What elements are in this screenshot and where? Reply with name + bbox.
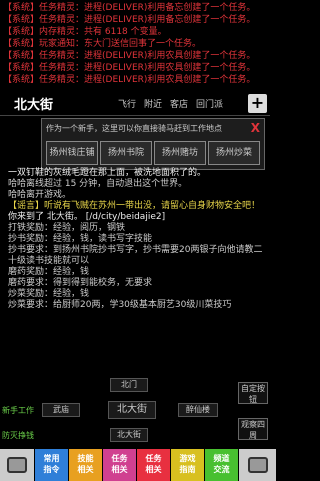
exit-east[interactable]: 醉仙楼 [178, 403, 218, 417]
popup-button-academy[interactable]: 扬州书院 [100, 141, 152, 165]
popup-button-cook[interactable]: 扬州炒菜 [208, 141, 260, 165]
log-line: 磨药奖励：经验，钱 [8, 267, 90, 277]
toolbar-skills-button[interactable]: 技能 相关 [69, 449, 102, 481]
anti-flush-link[interactable]: 防灭挣钱 [2, 430, 34, 441]
log-line: 打铁奖励：经验，阅历，钢铁 [8, 223, 126, 233]
exit-north[interactable]: 北门 [110, 378, 148, 392]
chat-icon [247, 457, 268, 473]
toolbar-label: 常用 [43, 454, 60, 463]
return-sect-button[interactable]: 回门派 [196, 97, 223, 110]
system-message-panel: 【系统】任务精灵：进程(DELIVER)利用备忘创建了一个任务。 【系统】任务精灵… [0, 0, 270, 90]
plus-icon[interactable]: + [248, 94, 267, 113]
location-bar: 北大街 飞行 附近 客店 回门派 + [0, 92, 270, 116]
close-icon[interactable]: X [251, 121, 260, 135]
toolbar-label: 相关 [77, 465, 94, 474]
log-line: 抄书奖励：经验，钱，读书写字技能 [8, 234, 153, 244]
toolbar-quests2-button[interactable]: 任务 相关 [137, 449, 170, 481]
system-message: 【系统】任务精灵：进程(DELIVER)利用农具创建了一个任务。 [3, 63, 256, 73]
menu-icon [7, 457, 27, 473]
toolbar-label: 游戏 [179, 454, 196, 463]
message-log: 一双钉鞋的灰绒毛蹬在那上面，被洗地面积了的。 哈哈离线超过 15 分钟，自动退出这… [8, 168, 266, 378]
newcomer-popup: 作为一个新手，这里可以你直接骑马赶到工作地点 X 扬州钱庄铺 扬州书院 扬州赌坊… [41, 118, 265, 170]
system-message: 【系统】任务精灵：进程(DELIVER)利用农具创建了一个任务。 [3, 75, 256, 85]
exit-west[interactable]: 武庙 [42, 403, 80, 417]
popup-button-money-shop[interactable]: 扬州钱庄铺 [46, 141, 98, 165]
toolbar-common-button[interactable]: 常用 指令 [35, 449, 68, 481]
system-message: 【系统】任务精灵：进程(DELIVER)利用农具创建了一个任务。 [3, 51, 256, 61]
direction-map: 北门 武庙 北大街 醉仙楼 北大街 [36, 376, 240, 444]
toolbar-label: 指南 [179, 465, 196, 474]
toolbar-chat-button[interactable] [239, 449, 276, 481]
log-line: 炒菜要求：给厨师20两，学30级基本厨艺30级川菜技巧 [8, 300, 232, 310]
log-line: 【谣言】听说有飞贼在苏州一带出没，请留心自身财物安全吧！ [8, 201, 261, 211]
toolbar-quests-button[interactable]: 任务 相关 [103, 449, 136, 481]
custom-button[interactable]: 自定按钮 [238, 382, 268, 404]
log-line: 磨药要求：得到得到能校务，无要求 [8, 278, 153, 288]
log-line: 你来到了 北大街。 [/d/city/beidajie2] [8, 212, 166, 222]
toolbar-label: 交流 [213, 465, 230, 474]
popup-button-gamble[interactable]: 扬州赌坊 [154, 141, 206, 165]
new-job-link[interactable]: 新手工作 [2, 405, 34, 416]
system-message: 【系统】任务精灵：进程(DELIVER)利用备忘创建了一个任务。 [3, 15, 256, 25]
toolbar-label: 任务 [111, 454, 128, 463]
toolbar-label: 技能 [77, 454, 94, 463]
system-message: 【系统】玩家通知：东大门送信回事了一个任务。 [3, 39, 202, 49]
log-line: 哈哈离开游戏。 [8, 190, 72, 200]
location-name: 北大街 [14, 98, 54, 113]
toolbar-label: 频道 [213, 454, 230, 463]
exit-south[interactable]: 北大街 [110, 428, 148, 442]
fly-button[interactable]: 飞行 [118, 97, 136, 110]
toolbar-label: 指令 [43, 465, 60, 474]
popup-text: 作为一个新手，这里可以你直接骑马赶到工作地点 [46, 124, 222, 133]
nearby-button[interactable]: 附近 [144, 97, 162, 110]
log-line: 抄书要求：到扬州书院抄书写字，抄书需要20两银子向他请教二十级读书技能就可以 [8, 245, 263, 266]
log-line: 一双钉鞋的灰绒毛蹬在那上面，被洗地面积了的。 [8, 168, 207, 178]
system-message: 【系统】任务精灵：进程(DELIVER)利用备忘创建了一个任务。 [3, 3, 256, 13]
log-line: 哈哈离线超过 15 分钟，自动退出这个世界。 [8, 179, 188, 189]
current-location: 北大街 [108, 401, 156, 419]
toolbar-label: 任务 [145, 454, 162, 463]
toolbar-guide-button[interactable]: 游戏 指南 [171, 449, 204, 481]
bottom-toolbar: 常用 指令 技能 相关 任务 相关 任务 相关 游戏 指南 频道 交流 [0, 449, 276, 481]
toolbar-label: 相关 [145, 465, 162, 474]
toolbar-menu-button[interactable] [0, 449, 34, 481]
log-line: 炒菜奖励：经验，钱 [8, 289, 90, 299]
toolbar-channel-button[interactable]: 频道 交流 [205, 449, 238, 481]
inn-button[interactable]: 客店 [170, 97, 188, 110]
system-message: 【系统】内存精灵：共有 6118 个变量。 [3, 27, 167, 37]
observe-button[interactable]: 观察四周 [238, 418, 268, 440]
toolbar-label: 相关 [111, 465, 128, 474]
